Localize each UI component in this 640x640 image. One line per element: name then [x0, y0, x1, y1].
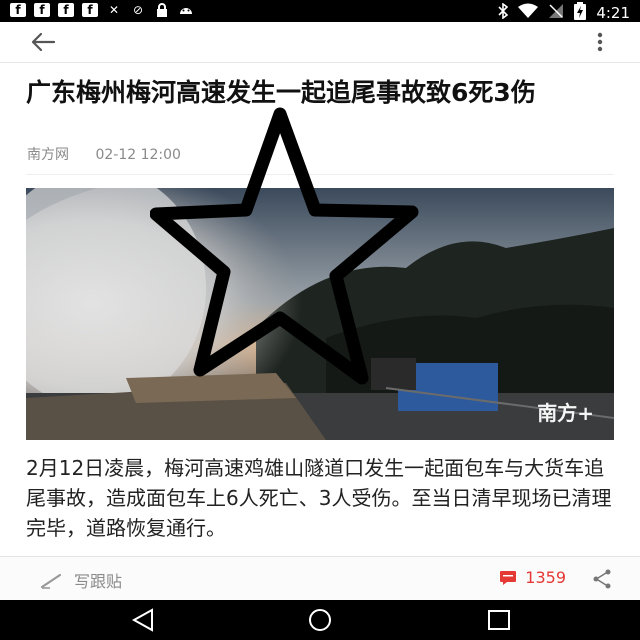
wifi-icon: [518, 3, 539, 23]
android-icon: [178, 3, 194, 17]
no-signal-icon: [548, 3, 564, 23]
comment-count: 1359: [525, 568, 566, 587]
comment-action-bar: 写跟贴 1359: [0, 556, 640, 601]
facebook-icon: f: [82, 3, 98, 17]
nav-home-icon[interactable]: [307, 608, 333, 632]
facebook-icon: f: [10, 3, 26, 17]
comment-count-button[interactable]: 1359: [499, 568, 566, 587]
nav-recents-icon[interactable]: [486, 608, 512, 632]
facebook-icon: f: [58, 3, 74, 17]
comment-icon: [500, 570, 517, 585]
mute-icon: ✕: [108, 3, 120, 17]
image-watermark: 南方+: [537, 401, 594, 425]
status-bar-left: f f f f ✕ ⊘: [10, 3, 194, 17]
pen-icon: [40, 573, 62, 589]
status-bar-right: 4:21: [498, 2, 630, 24]
article-source[interactable]: 南方网: [27, 147, 69, 163]
battery-charging-icon: [574, 2, 587, 24]
more-vert-icon[interactable]: [594, 30, 606, 54]
star-outline-icon: [150, 107, 419, 385]
nav-back-icon[interactable]: [130, 608, 156, 632]
share-icon[interactable]: [590, 567, 614, 591]
facebook-icon: f: [34, 3, 50, 17]
bluetooth-icon: [498, 2, 509, 23]
sync-icon: ⊘: [132, 3, 144, 17]
back-arrow-icon[interactable]: [28, 28, 58, 56]
write-comment-button[interactable]: 写跟贴: [40, 568, 122, 592]
write-comment-label: 写跟贴: [74, 572, 123, 591]
status-bar: f f f f ✕ ⊘ 4:21: [0, 0, 640, 22]
lock-icon: [154, 3, 170, 17]
system-nav-bar: [0, 600, 640, 640]
app-bar: [0, 22, 640, 63]
clock: 4:21: [596, 4, 630, 22]
article-body: 2月12日凌晨，梅河高速鸡雄山隧道口发生一起面包车与大货车追尾事故，造成面包车上…: [26, 456, 612, 540]
